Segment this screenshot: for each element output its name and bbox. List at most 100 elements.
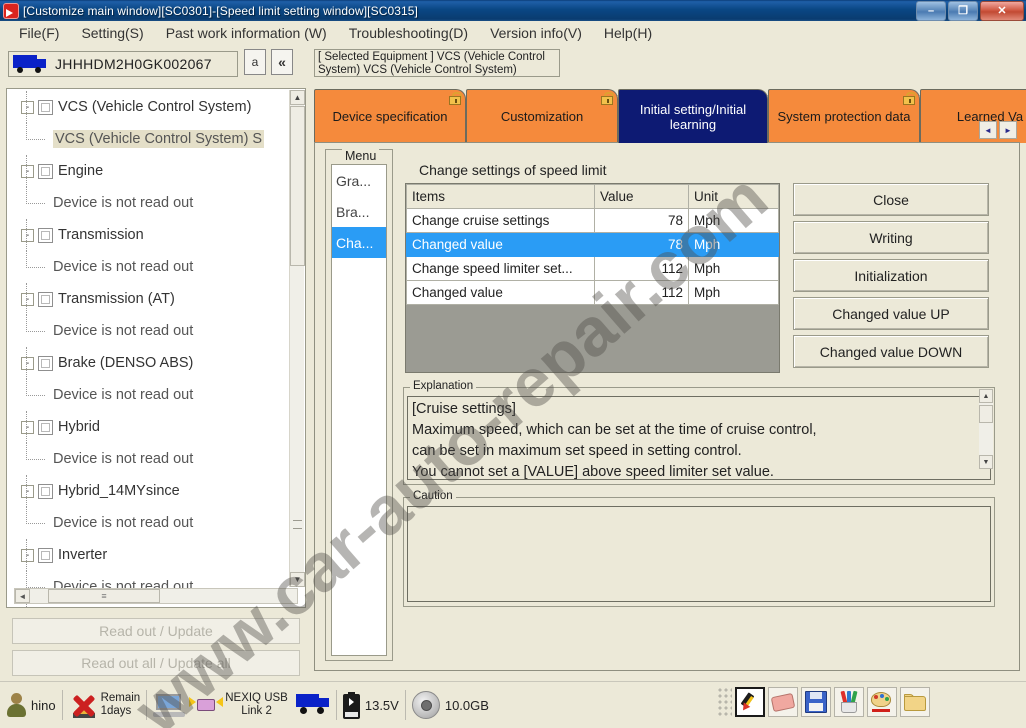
table-row[interactable]: Change speed limiter set... 112 Mph xyxy=(406,256,779,281)
scroll-thumb[interactable] xyxy=(979,405,993,423)
tree-node-vcs[interactable]: - VCS (Vehicle Control System) xyxy=(7,91,287,123)
tree-node-vcs-child[interactable]: VCS (Vehicle Control System) S xyxy=(7,123,287,155)
tree-checkbox[interactable] xyxy=(38,355,53,371)
tree-node-label: Hybrid_14MYsince xyxy=(58,483,180,499)
device-tree[interactable]: - VCS (Vehicle Control System) VCS (Vehi… xyxy=(6,88,306,608)
table-row[interactable]: Changed value 112 Mph xyxy=(406,280,779,305)
expander-icon[interactable]: - xyxy=(21,228,34,242)
read-out-all-update-all-button[interactable]: Read out all / Update all xyxy=(12,650,300,676)
cell-value: 112 xyxy=(594,256,689,281)
expander-icon[interactable]: - xyxy=(21,420,34,434)
tab-scroll-right-icon[interactable]: ► xyxy=(999,121,1017,139)
license-line-1: Remain xyxy=(100,692,141,704)
tree-node-label: Inverter xyxy=(58,547,108,563)
menu-file[interactable]: File(F) xyxy=(8,23,70,43)
menu-past-work-information[interactable]: Past work information (W) xyxy=(155,23,338,43)
laptop-icon xyxy=(153,693,186,717)
explanation-scrollbar[interactable]: ▲ ▼ xyxy=(979,389,993,469)
vin-a-button[interactable]: a xyxy=(244,49,266,75)
tree-node-transmission-at[interactable]: - Transmission (AT) xyxy=(7,283,287,315)
tree-node-hybrid-child[interactable]: Device is not read out xyxy=(7,443,287,475)
usb-link-icon xyxy=(189,692,224,718)
palette-button[interactable] xyxy=(867,687,897,717)
tree-horizontal-scrollbar[interactable]: ◄ ≡ xyxy=(14,588,298,604)
scroll-thumb[interactable] xyxy=(290,106,305,266)
changed-value-down-button[interactable]: Changed value DOWN xyxy=(793,335,989,368)
column-header-value[interactable]: Value xyxy=(594,184,689,209)
menu-option-gra[interactable]: Gra... xyxy=(332,165,386,196)
tree-node-brake-denso-abs[interactable]: - Brake (DENSO ABS) xyxy=(7,347,287,379)
tree-checkbox[interactable] xyxy=(38,99,53,115)
tree-node-engine[interactable]: - Engine xyxy=(7,155,287,187)
scroll-down-icon[interactable]: ▼ xyxy=(290,572,305,587)
pen-holder-button[interactable] xyxy=(834,687,864,717)
expander-icon[interactable]: - xyxy=(21,356,34,370)
initialization-button[interactable]: Initialization xyxy=(793,259,989,292)
close-action-button[interactable]: Close xyxy=(793,183,989,216)
tree-checkbox[interactable] xyxy=(38,547,53,563)
menu-troubleshooting[interactable]: Troubleshooting(D) xyxy=(338,23,479,43)
tree-node-label: Transmission (AT) xyxy=(58,291,175,307)
drag-handle[interactable] xyxy=(716,686,732,718)
scroll-thumb[interactable]: ≡ xyxy=(48,589,160,603)
eraser-tool-button[interactable] xyxy=(768,687,798,717)
menu-option-cha[interactable]: Cha... xyxy=(332,227,386,258)
scroll-left-icon[interactable]: ◄ xyxy=(15,589,30,603)
tab-customization[interactable]: Customization xyxy=(466,89,618,143)
close-button[interactable]: ✕ xyxy=(980,1,1024,21)
panel-body: Menu Gra... Bra... Cha... Change setting… xyxy=(314,142,1020,671)
scroll-up-icon[interactable]: ▲ xyxy=(290,90,305,105)
tab-device-specification[interactable]: Device specification xyxy=(314,89,466,143)
expander-icon[interactable]: - xyxy=(21,292,34,306)
red-x-icon xyxy=(69,692,99,718)
save-button[interactable] xyxy=(801,687,831,717)
open-folder-button[interactable] xyxy=(900,687,930,717)
expander-icon[interactable]: - xyxy=(21,484,34,498)
column-header-unit[interactable]: Unit xyxy=(688,184,779,209)
restore-button[interactable]: ❐ xyxy=(948,1,978,21)
cell-item: Changed value xyxy=(406,280,595,305)
application-window: [Customize main window][SC0301]-[Speed l… xyxy=(0,0,1026,728)
minimize-button[interactable]: – xyxy=(916,1,946,21)
menu-setting[interactable]: Setting(S) xyxy=(70,23,154,43)
changed-value-up-button[interactable]: Changed value UP xyxy=(793,297,989,330)
tree-node-engine-child[interactable]: Device is not read out xyxy=(7,187,287,219)
writing-button[interactable]: Writing xyxy=(793,221,989,254)
collapse-panel-button[interactable]: « xyxy=(271,49,293,75)
tree-checkbox[interactable] xyxy=(38,419,53,435)
expander-icon[interactable]: - xyxy=(21,100,34,114)
menu-option-bra[interactable]: Bra... xyxy=(332,196,386,227)
tree-node-brake-denso-abs-child[interactable]: Device is not read out xyxy=(7,379,287,411)
column-header-items[interactable]: Items xyxy=(406,184,595,209)
settings-table-container[interactable]: Items Value Unit Change cruise settings … xyxy=(405,183,780,373)
tree-checkbox[interactable] xyxy=(38,291,53,307)
expander-icon[interactable]: - xyxy=(21,548,34,562)
selected-equipment-box: [ Selected Equipment ] VCS (Vehicle Cont… xyxy=(314,49,560,77)
tab-system-protection-data[interactable]: System protection data xyxy=(768,89,920,143)
scroll-up-icon[interactable]: ▲ xyxy=(979,389,993,403)
tab-scroll-left-icon[interactable]: ◄ xyxy=(979,121,997,139)
tree-node-hybrid-14mysince[interactable]: - Hybrid_14MYsince xyxy=(7,475,287,507)
tree-checkbox[interactable] xyxy=(38,163,53,179)
scroll-down-icon[interactable]: ▼ xyxy=(979,455,993,469)
toolbar: JHHHDM2H0GK002067 a « [ Selected Equipme… xyxy=(0,45,1026,123)
tree-node-transmission-at-child[interactable]: Device is not read out xyxy=(7,315,287,347)
tree-checkbox[interactable] xyxy=(38,483,53,499)
expander-icon[interactable]: - xyxy=(21,164,34,178)
read-out-update-button[interactable]: Read out / Update xyxy=(12,618,300,644)
table-header-row: Items Value Unit xyxy=(406,184,779,209)
tree-vertical-scrollbar[interactable]: ▲ ▼ xyxy=(289,90,305,587)
table-row-selected[interactable]: Changed value 78 Mph xyxy=(406,232,779,257)
menu-version-info[interactable]: Version info(V) xyxy=(479,23,593,43)
table-row[interactable]: Change cruise settings 78 Mph xyxy=(406,208,779,233)
tree-node-hybrid[interactable]: - Hybrid xyxy=(7,411,287,443)
tree-node-hybrid-14mysince-child[interactable]: Device is not read out xyxy=(7,507,287,539)
menu-listbox[interactable]: Gra... Bra... Cha... xyxy=(331,164,387,656)
tree-checkbox[interactable] xyxy=(38,227,53,243)
tab-initial-setting-initial-learning[interactable]: Initial setting/Initial learning xyxy=(618,89,768,143)
pen-tool-button[interactable] xyxy=(735,687,765,717)
tree-node-transmission[interactable]: - Transmission xyxy=(7,219,287,251)
tree-node-inverter[interactable]: - Inverter xyxy=(7,539,287,571)
tree-node-transmission-child[interactable]: Device is not read out xyxy=(7,251,287,283)
menu-help[interactable]: Help(H) xyxy=(593,23,663,43)
